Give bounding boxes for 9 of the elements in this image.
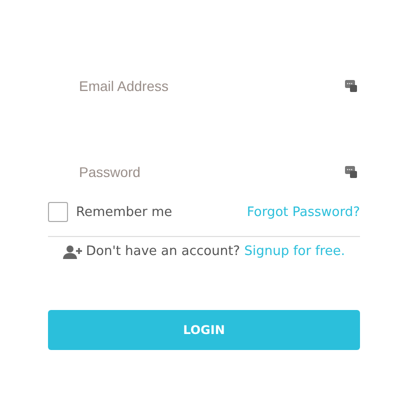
forgot-password-link[interactable]: Forgot Password? bbox=[246, 204, 360, 220]
login-button[interactable]: LOGIN bbox=[48, 310, 360, 350]
input-field[interactable]: Password bbox=[48, 152, 345, 192]
add-user-icon bbox=[63, 244, 84, 258]
signup-link[interactable]: Signup for free. bbox=[244, 244, 345, 259]
remember-label: Remember me bbox=[76, 204, 172, 220]
input-field[interactable]: Email Address bbox=[48, 66, 345, 106]
signup-prompt: Don't have an account? Signup for free. bbox=[86, 244, 345, 259]
checkbox[interactable] bbox=[48, 202, 68, 222]
